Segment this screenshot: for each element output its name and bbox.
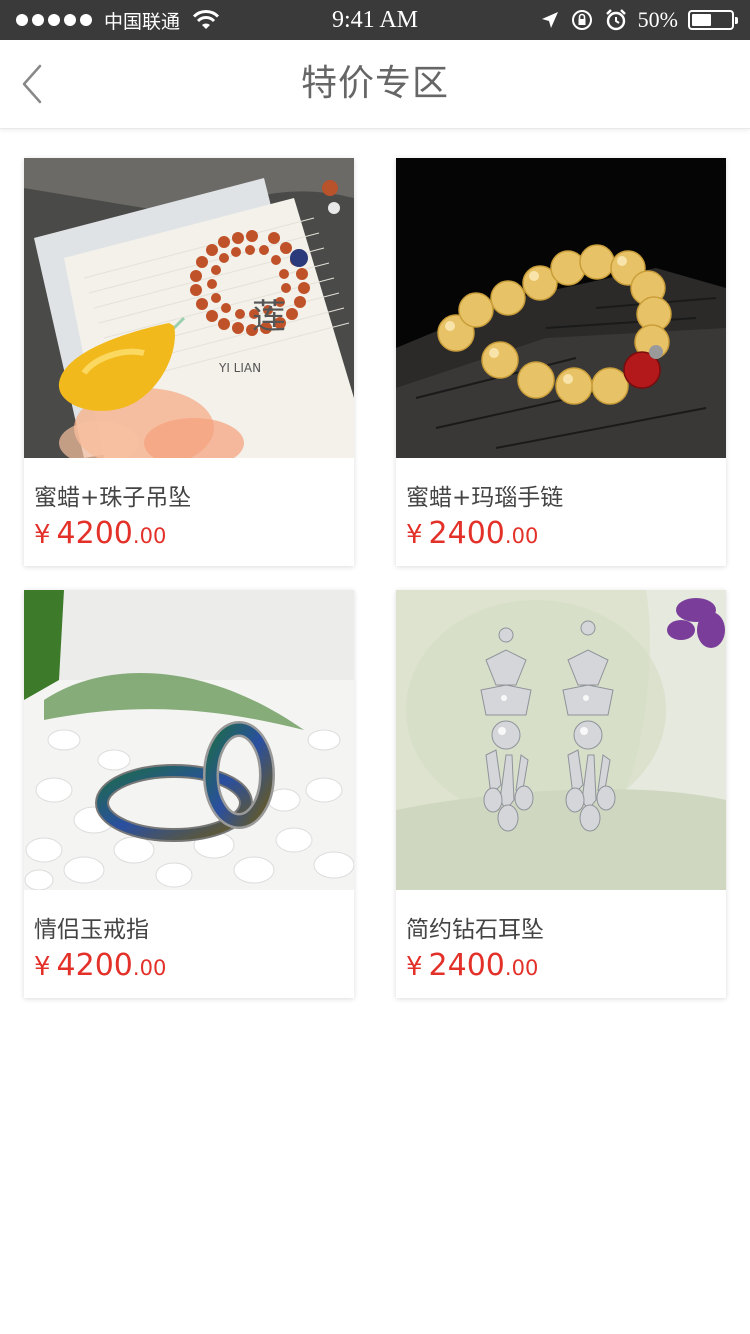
diamond-earrings-image[interactable]: [396, 590, 726, 890]
currency-symbol: ¥: [34, 952, 51, 982]
product-card[interactable]: YI LIAN 莲 蜜蜡+珠子吊坠 ¥4200.00: [24, 158, 354, 566]
price-integer: 4200: [56, 948, 133, 983]
product-price: ¥4200.00: [34, 948, 166, 983]
product-name: 简约钻石耳坠: [406, 917, 544, 943]
product-name: 蜜蜡+玛瑙手链: [406, 485, 564, 511]
svg-text:YI LIAN: YI LIAN: [218, 361, 261, 375]
amber-pendant-image[interactable]: YI LIAN 莲: [24, 158, 354, 458]
battery-percentage: 50%: [637, 7, 678, 32]
product-name: 情侣玉戒指: [34, 917, 149, 943]
price-integer: 4200: [56, 516, 133, 551]
status-bar: 中国联通 9:41 AM 50%: [0, 0, 750, 40]
battery-level: [692, 14, 711, 26]
amber-bracelet-image[interactable]: [396, 158, 726, 458]
currency-symbol: ¥: [406, 520, 423, 550]
price-decimal: .00: [132, 524, 167, 548]
product-price: ¥4200.00: [34, 516, 166, 551]
svg-text:莲: 莲: [252, 297, 286, 337]
product-card[interactable]: 蜜蜡+玛瑙手链 ¥2400.00: [396, 158, 726, 566]
rotation-lock-icon: [571, 10, 592, 30]
mood-rings-image[interactable]: [24, 590, 354, 890]
product-price: ¥2400.00: [406, 948, 538, 983]
product-card[interactable]: 简约钻石耳坠 ¥2400.00: [396, 590, 726, 998]
product-name: 蜜蜡+珠子吊坠: [34, 485, 192, 511]
price-integer: 2400: [428, 948, 505, 983]
currency-symbol: ¥: [406, 952, 423, 982]
price-integer: 2400: [428, 516, 505, 551]
location-arrow-icon: [541, 12, 558, 28]
battery-icon: [688, 10, 738, 30]
product-card[interactable]: 情侣玉戒指 ¥4200.00: [24, 590, 354, 998]
currency-symbol: ¥: [34, 520, 51, 550]
product-price: ¥2400.00: [406, 516, 538, 551]
navigation-bar: 特价专区: [0, 40, 750, 129]
price-decimal: .00: [132, 956, 167, 980]
status-right: 50%: [540, 0, 738, 40]
alarm-icon: [605, 9, 626, 31]
price-decimal: .00: [504, 956, 539, 980]
page-title: 特价专区: [300, 63, 449, 104]
price-decimal: .00: [504, 524, 539, 548]
